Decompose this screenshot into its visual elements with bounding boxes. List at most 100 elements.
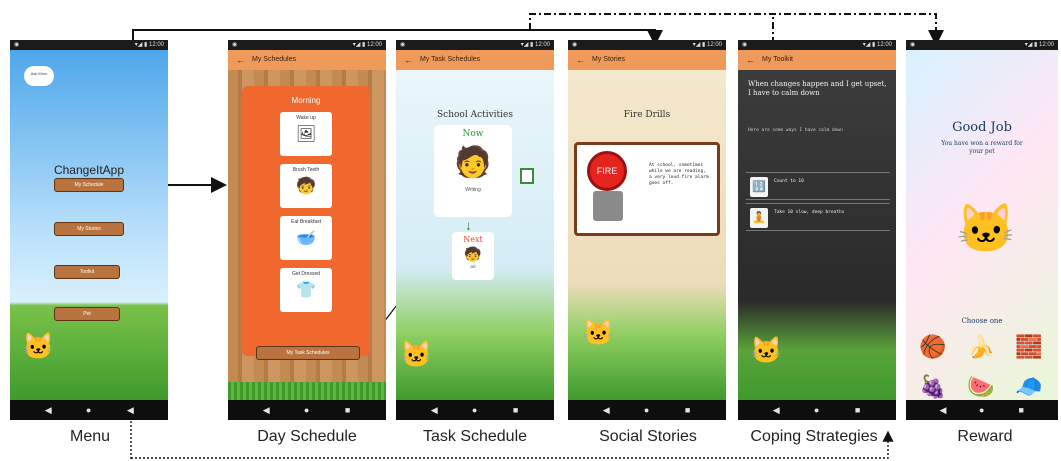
- next-card[interactable]: Next 🧒 art: [452, 232, 494, 280]
- back-arrow-icon[interactable]: ←: [576, 50, 585, 70]
- status-icon: ◉: [14, 42, 20, 48]
- next-label: Next: [463, 235, 483, 244]
- story-heading: Fire Drills: [623, 110, 671, 120]
- coping-item[interactable]: 🧘 Take 10 slow, deep breaths: [746, 203, 890, 231]
- app-bar: ← My Stories: [568, 50, 726, 70]
- schedule-card-brush-teeth[interactable]: Brush Teeth 🧒: [280, 164, 332, 208]
- writing-child-icon: 🧑: [454, 146, 492, 179]
- back-arrow-icon[interactable]: ←: [236, 50, 245, 70]
- status-indicators: ▾◢ ▮ 12:00: [692, 42, 722, 48]
- schedule-card-wake-up[interactable]: Wake up 🖼: [280, 112, 332, 156]
- coping-item-text: Count to 10: [774, 179, 804, 184]
- fire-label: FIRE: [596, 166, 618, 176]
- recent-icon[interactable]: ■: [345, 403, 350, 417]
- breathing-icon: 🧘: [750, 208, 768, 228]
- toy-block-icon[interactable]: 🧱: [1014, 334, 1044, 360]
- home-icon[interactable]: ●: [644, 403, 649, 417]
- back-arrow-icon[interactable]: ←: [746, 50, 755, 70]
- schedule-panel: Morning Wake up 🖼 Brush Teeth 🧒 Eat Breakf…: [242, 86, 370, 356]
- bowl-icon: 🥣: [296, 230, 316, 247]
- status-bar: ◉ ▾◢ ▮ 12:00: [568, 40, 726, 50]
- recent-icon[interactable]: ■: [513, 403, 518, 417]
- back-icon[interactable]: ◀: [263, 403, 270, 417]
- child-icon: 🧒: [296, 178, 316, 195]
- back-icon[interactable]: ◀: [45, 403, 52, 417]
- back-icon[interactable]: ◀: [431, 403, 438, 417]
- arrow-down-icon: ↓: [465, 217, 472, 233]
- app-bar-title: My Stories: [592, 56, 626, 63]
- app-bar: ← My Toolkit: [738, 50, 896, 70]
- app-bar-title: My Toolkit: [762, 56, 793, 63]
- pet-button[interactable]: Pet: [54, 307, 120, 321]
- cat-icon: 🐱: [400, 339, 433, 369]
- nav-bar: ◀ ● ■: [228, 400, 386, 420]
- picture-icon: 🖼: [295, 126, 317, 143]
- back-icon[interactable]: ◀: [603, 403, 610, 417]
- recent-icon[interactable]: ◀: [127, 403, 134, 417]
- cloud-button[interactable]: Ask Mom: [24, 66, 54, 86]
- back-icon[interactable]: ◀: [939, 403, 946, 417]
- phone-task-schedule: ◉ ▾◢ ▮ 12:00 ← My Task Schedules School Ac…: [396, 40, 554, 420]
- recent-icon[interactable]: ■: [685, 403, 690, 417]
- grapes-icon[interactable]: 🍇: [918, 374, 948, 400]
- caption-menu: Menu: [69, 428, 111, 445]
- card-label: Eat Breakfast: [290, 219, 321, 225]
- home-icon[interactable]: ●: [304, 403, 309, 417]
- status-bar: ◉ ▾◢ ▮ 12:00: [10, 40, 168, 50]
- task-heading: School Activities: [436, 110, 514, 120]
- status-indicators: ▾◢ ▮ 12:00: [1024, 42, 1054, 48]
- phone-coping-strategies: ◉ ▾◢ ▮ 12:00 ← My Toolkit When changes hap…: [738, 40, 896, 420]
- watermelon-icon[interactable]: 🍉: [966, 374, 996, 400]
- home-icon[interactable]: ●: [814, 403, 819, 417]
- basketball-icon[interactable]: 🏀: [918, 334, 948, 360]
- now-card[interactable]: Now 🧑 Writing: [434, 125, 512, 217]
- my-schedule-button[interactable]: My Schedule: [54, 178, 124, 192]
- caption-reward: Reward: [957, 428, 1013, 445]
- nav-bar: ◀ ● ◀: [10, 400, 168, 420]
- recent-icon[interactable]: ■: [855, 403, 860, 417]
- status-icon: ◉: [400, 42, 406, 48]
- home-icon[interactable]: ●: [86, 403, 91, 417]
- banana-icon[interactable]: 🍌: [966, 334, 996, 360]
- back-icon[interactable]: ◀: [773, 403, 780, 417]
- my-stories-button[interactable]: My Stories: [54, 222, 124, 236]
- choose-heading: Choose one: [961, 317, 1003, 325]
- back-arrow-icon[interactable]: ←: [404, 50, 413, 70]
- cap-icon[interactable]: 🧢: [1014, 374, 1044, 400]
- shirt-icon: 👕: [296, 282, 316, 299]
- checkbox-icon[interactable]: [520, 168, 534, 184]
- reward-title: Good Job: [952, 120, 1012, 135]
- home-icon[interactable]: ●: [472, 403, 477, 417]
- status-bar: ◉ ▾◢ ▮ 12:00: [396, 40, 554, 50]
- cat-icon: 🐱: [750, 335, 783, 365]
- caption-coping-strategies: Coping Strategies: [750, 428, 878, 445]
- schedule-card-get-dressed[interactable]: Get Dressed 👕: [280, 268, 332, 312]
- toolkit-button[interactable]: Toolkit: [54, 265, 120, 279]
- coping-item-text: Take 10 slow, deep breaths: [774, 210, 845, 215]
- caption-task-schedule: Task Schedule: [422, 428, 528, 445]
- my-task-schedules-button[interactable]: My Task Schedules: [256, 346, 360, 360]
- nav-bar: ◀ ● ■: [396, 400, 554, 420]
- nav-bar: ◀ ● ■: [738, 400, 896, 420]
- story-card[interactable]: FIRE At school, sometimes while we are r…: [574, 142, 720, 236]
- status-indicators: ▾◢ ▮ 12:00: [352, 42, 382, 48]
- story-text: At school, sometimes while we are readin…: [649, 163, 709, 186]
- cat-icon: 🐱: [582, 317, 615, 347]
- schedule-card-eat-breakfast[interactable]: Eat Breakfast 🥣: [280, 216, 332, 260]
- numbers-icon: 🔢: [750, 177, 768, 197]
- home-icon[interactable]: ●: [979, 403, 984, 417]
- nav-bar: ◀ ● ■: [568, 400, 726, 420]
- card-label: Get Dressed: [291, 271, 321, 277]
- coping-item[interactable]: 🔢 Count to 10: [746, 172, 890, 200]
- app-bar-title: My Task Schedules: [420, 56, 481, 63]
- fire-alarm-icon: FIRE: [587, 151, 627, 191]
- status-bar: ◉ ▾◢ ▮ 12:00: [738, 40, 896, 50]
- card-label: Brush Teeth: [292, 167, 320, 173]
- app-title: ChangeItApp: [53, 163, 125, 177]
- cat-icon: 🐱: [956, 203, 1016, 256]
- status-icon: ◉: [232, 42, 238, 48]
- recent-icon[interactable]: ■: [1018, 403, 1023, 417]
- app-bar: ← My Task Schedules: [396, 50, 554, 70]
- app-bar: ← My Schedules: [228, 50, 386, 70]
- status-indicators: ▾◢ ▮ 12:00: [134, 42, 164, 48]
